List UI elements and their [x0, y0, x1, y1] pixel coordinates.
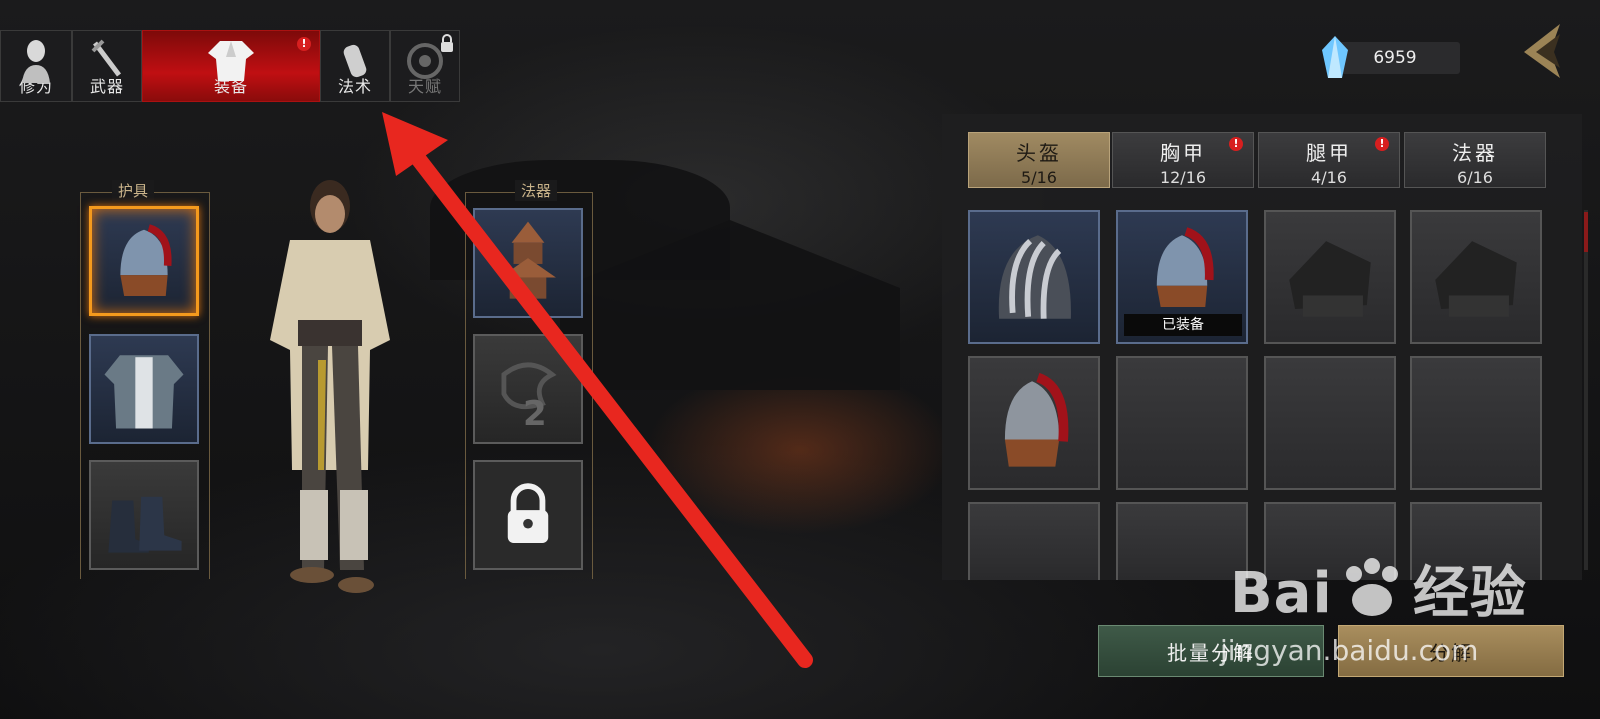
cultivation-figure-icon — [22, 40, 50, 83]
category-tab-legs[interactable]: ! 腿甲 4/16 — [1258, 132, 1400, 188]
boots-slot[interactable] — [89, 460, 199, 570]
cloth-hat-icon — [1435, 241, 1517, 317]
sword-icon — [91, 39, 121, 77]
robe-icon — [208, 41, 254, 81]
boots-item-icon — [108, 496, 182, 553]
gourd-bottle-icon — [343, 44, 367, 78]
lock-icon — [441, 34, 453, 52]
tab-talent[interactable]: 天赋 — [390, 30, 460, 102]
currency-value: 6959 — [1373, 48, 1417, 68]
paw-logo-icon — [1345, 558, 1398, 616]
artifact-column-title: 法器 — [515, 180, 558, 201]
watermark-url: jingyan.baidu.com — [1220, 634, 1479, 667]
scrollbar-thumb[interactable] — [1584, 212, 1588, 252]
tab-cultivation[interactable]: 修为 — [0, 30, 72, 102]
top-tab-bar: 修为 武器 ! 装备 法术 天赋 — [0, 30, 460, 102]
artifact-slot-1[interactable] — [473, 208, 583, 318]
chest-slot[interactable] — [89, 334, 199, 444]
inventory-item[interactable] — [1264, 210, 1396, 344]
plumed-helmet-icon — [1004, 372, 1069, 467]
category-count: 12/16 — [1159, 168, 1207, 187]
helmet-slot[interactable] — [89, 206, 199, 316]
inventory-item-empty[interactable] — [968, 502, 1100, 580]
notification-badge: ! — [1229, 137, 1243, 151]
tab-weapon[interactable]: 武器 — [72, 30, 142, 102]
inventory-item-equipped[interactable]: 已装备 — [1116, 210, 1248, 344]
category-tab-chest[interactable]: ! 胸甲 12/16 — [1112, 132, 1254, 188]
inventory-item[interactable] — [1410, 210, 1542, 344]
inventory-item-empty[interactable] — [1116, 356, 1248, 490]
inventory-item-empty[interactable] — [1410, 356, 1542, 490]
inventory-item-empty[interactable] — [1116, 502, 1248, 580]
character-model — [270, 180, 390, 593]
category-count: 5/16 — [1021, 168, 1057, 187]
baidu-watermark: Bai 经验 jingyan.baidu.com — [1220, 548, 1527, 667]
pagoda-artifact-icon — [500, 221, 556, 299]
inventory-item-empty[interactable] — [1264, 356, 1396, 490]
category-name: 头盔 — [1016, 141, 1062, 165]
watermark-suffix: 经验 — [1412, 561, 1527, 626]
category-count: 6/16 — [1457, 168, 1493, 187]
armor-column-title: 护具 — [112, 180, 155, 201]
notification-badge: ! — [297, 37, 311, 51]
tab-equipment[interactable]: ! 装备 — [142, 30, 320, 102]
helmet-item-icon — [120, 224, 172, 296]
ribbed-helmet-icon — [998, 235, 1071, 319]
slot-number: 2 — [523, 394, 547, 434]
artifact-slot-3-locked[interactable] — [473, 460, 583, 570]
inventory-scrollbar[interactable] — [1584, 210, 1588, 570]
category-tab-artifact[interactable]: 法器 6/16 — [1404, 132, 1546, 188]
crystal-gem-icon — [1322, 36, 1348, 78]
watermark-brand: Bai — [1230, 561, 1333, 626]
category-count: 4/16 — [1311, 168, 1347, 187]
back-arrow-icon[interactable] — [1518, 22, 1568, 80]
category-name: 法器 — [1452, 141, 1498, 165]
cloth-hat-icon — [1289, 241, 1371, 317]
lock-icon — [507, 483, 549, 543]
notification-badge: ! — [1375, 137, 1389, 151]
equipped-label: 已装备 — [1124, 314, 1242, 336]
inventory-item[interactable] — [968, 356, 1100, 490]
chest-armor-item-icon — [104, 355, 184, 429]
artifact-slot-2[interactable]: 2 — [473, 334, 583, 444]
category-tab-helmet[interactable]: 头盔 5/16 — [968, 132, 1110, 188]
tab-spells[interactable]: 法术 — [320, 30, 390, 102]
inventory-item[interactable] — [968, 210, 1100, 344]
